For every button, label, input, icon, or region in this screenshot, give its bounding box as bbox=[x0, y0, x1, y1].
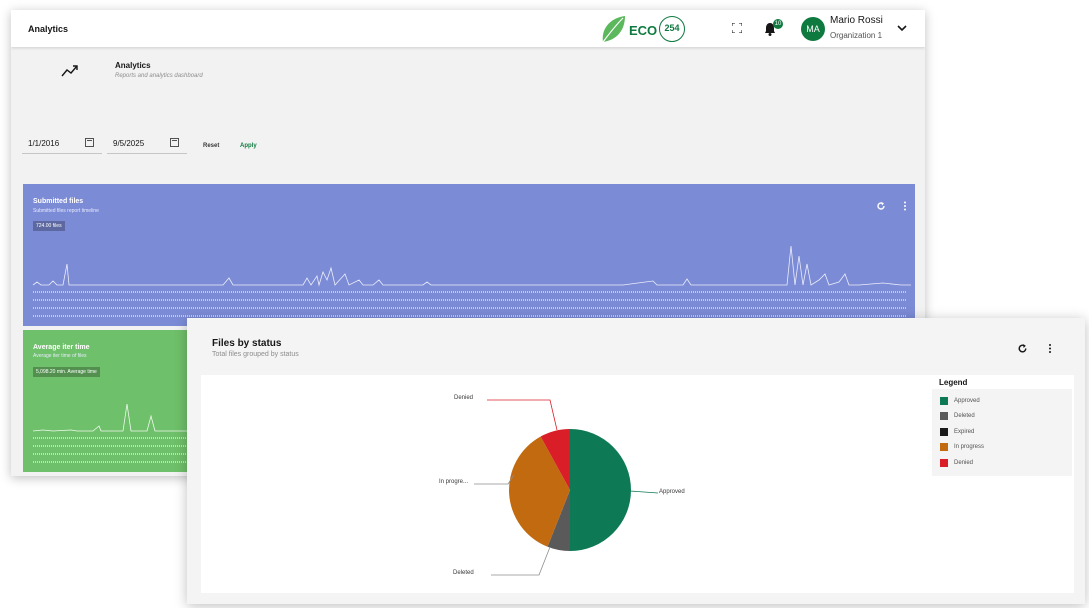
leader-approved bbox=[629, 490, 659, 494]
apply-button[interactable]: Apply bbox=[240, 143, 257, 149]
chevron-down-icon[interactable] bbox=[896, 22, 908, 34]
files-by-status-window: Files by status Total files grouped by s… bbox=[187, 318, 1085, 604]
leader-in-progress bbox=[474, 474, 515, 485]
legend-label: Approved bbox=[954, 398, 980, 404]
calendar-icon[interactable] bbox=[85, 138, 94, 147]
legend-swatch bbox=[940, 412, 948, 420]
legend-label: Expired bbox=[954, 429, 975, 435]
page-subtitle: Reports and analytics dashboard bbox=[115, 73, 203, 79]
brand-badge: 254 bbox=[659, 16, 685, 42]
legend-swatch bbox=[940, 443, 948, 451]
fullscreen-icon[interactable] bbox=[732, 23, 742, 33]
pie-label-denied: Denied bbox=[454, 395, 474, 401]
page-title: Analytics bbox=[115, 61, 151, 70]
chart-subtitle: Total files grouped by status bbox=[212, 351, 299, 358]
pie-label-in-progress: In progre... bbox=[439, 479, 469, 485]
app-title: Analytics bbox=[28, 24, 69, 34]
eco-logo[interactable]: ECO 254 bbox=[599, 14, 691, 44]
legend-title: Legend bbox=[939, 378, 968, 387]
start-date-field[interactable]: 1/1/2016 bbox=[22, 131, 102, 154]
leaf-icon bbox=[602, 16, 625, 43]
calendar-icon[interactable] bbox=[170, 138, 179, 147]
legend-label: Denied bbox=[954, 460, 974, 466]
notification-badge: 10 bbox=[773, 19, 783, 29]
legend: Approved Deleted Expired In progress Den… bbox=[932, 389, 1072, 476]
overflow-menu-icon[interactable] bbox=[1048, 343, 1052, 354]
user-name: Mario Rossi bbox=[830, 15, 883, 26]
legend-label: In progress bbox=[954, 444, 985, 450]
leader-deleted bbox=[491, 546, 551, 576]
pie-slice-approved[interactable] bbox=[570, 429, 631, 551]
pie-label-deleted: Deleted bbox=[453, 570, 474, 576]
average-iter-time-timeline bbox=[32, 403, 191, 463]
pie-label-approved: Approved bbox=[659, 489, 685, 495]
submitted-files-timeline bbox=[32, 245, 911, 317]
chart-title: Files by status bbox=[212, 338, 282, 349]
brand-name: ECO bbox=[629, 23, 658, 38]
legend-label: Deleted bbox=[954, 413, 975, 419]
start-date-value: 1/1/2016 bbox=[28, 139, 60, 148]
legend-swatch bbox=[940, 397, 948, 405]
end-date-field[interactable]: 9/5/2025 bbox=[107, 131, 187, 154]
average-iter-time-card: Average iter time Average iter time of f… bbox=[23, 330, 193, 472]
avatar[interactable]: MA bbox=[801, 17, 825, 41]
reset-button[interactable]: Reset bbox=[203, 143, 219, 149]
top-bar: Analytics ECO 254 10 MA Mario Rossi Orga… bbox=[11, 10, 925, 47]
trend-icon bbox=[61, 65, 78, 77]
legend-swatch bbox=[940, 428, 948, 436]
legend-swatch bbox=[940, 459, 948, 467]
user-organization: Organization 1 bbox=[830, 31, 883, 40]
end-date-value: 9/5/2025 bbox=[113, 139, 145, 148]
submitted-files-card: Submitted files Submitted files report t… bbox=[23, 184, 915, 326]
refresh-icon[interactable] bbox=[1017, 343, 1028, 354]
leader-denied bbox=[487, 399, 558, 431]
